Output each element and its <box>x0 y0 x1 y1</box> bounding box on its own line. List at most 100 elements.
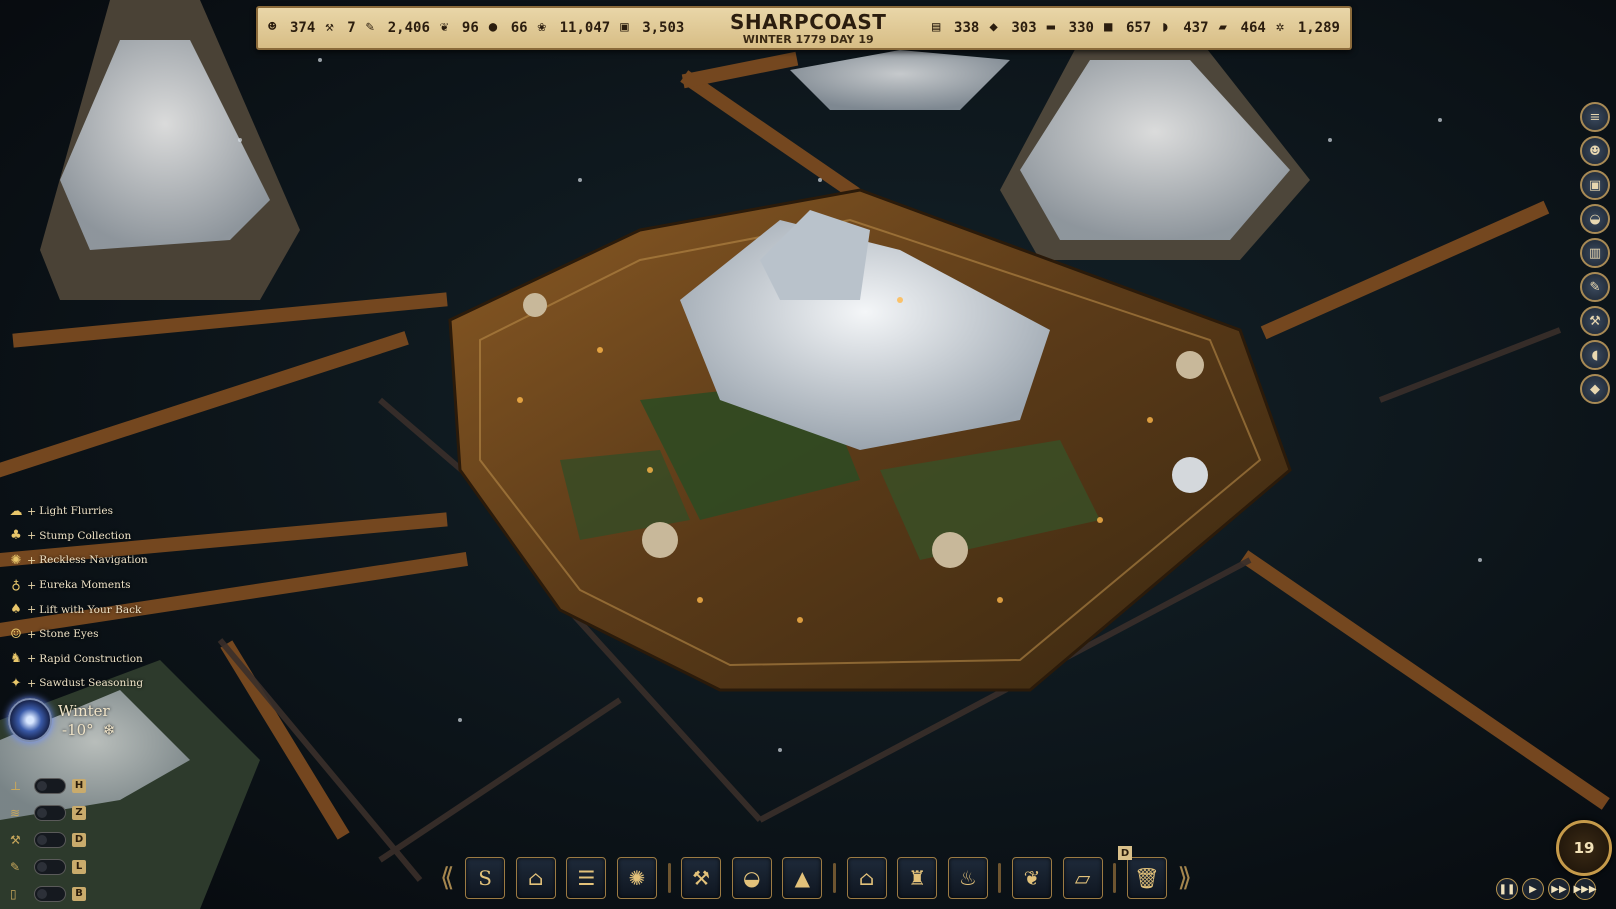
trash-icon: ▯ <box>10 886 17 901</box>
resource-item[interactable]: ■ 657 <box>1104 19 1151 37</box>
resource-item[interactable]: ◆ 303 <box>989 19 1036 37</box>
resource-count: 1,289 <box>1297 20 1340 36</box>
temperature: -10° <box>62 720 94 739</box>
resource-item[interactable]: ◗ 437 <box>1161 19 1208 37</box>
resource-count: 374 <box>290 20 316 36</box>
book-icon: ▥ <box>1588 245 1602 261</box>
layer-toggle-switch[interactable] <box>34 885 66 902</box>
industry-button[interactable]: ▲ <box>782 857 823 899</box>
tools-button[interactable]: ✎ <box>1580 272 1610 302</box>
resource-item[interactable]: ▰ 464 <box>1219 19 1266 37</box>
plus-icon: + <box>27 504 37 518</box>
resource-count: 303 <box>1011 20 1037 36</box>
population-overview-button[interactable]: ☻ <box>1580 136 1610 166</box>
layer-toggles: ⊥ H ≋ Z ⚒ D ✎ L ▯ B <box>10 772 86 907</box>
civic-button[interactable]: ♜ <box>897 857 938 899</box>
runner-icon: ♞ <box>10 651 22 667</box>
pause-button[interactable]: ❚❚ <box>1496 878 1518 900</box>
game-speed-badge[interactable]: 19 <box>1556 820 1612 876</box>
ladder-button[interactable]: ☰ <box>566 857 607 899</box>
resource-count: 3,503 <box>642 20 685 36</box>
tools-icon: ✎ <box>1589 279 1601 295</box>
modifier-item[interactable]: ♠ + Lift with Your Back <box>8 597 148 622</box>
layer-toggle-switch[interactable] <box>34 858 66 875</box>
resource-item[interactable]: ✎ 2,406 <box>366 19 430 37</box>
resource-item[interactable]: ✲ 1,289 <box>1276 19 1340 37</box>
potion-button[interactable]: ◖ <box>1580 340 1610 370</box>
ship-wheel-button[interactable]: ✺ <box>616 857 657 899</box>
plus-icon: + <box>27 553 37 567</box>
layer-toggle-switch[interactable] <box>34 777 66 794</box>
settlement-title[interactable]: SHARPCOAST WINTER 1779 DAY 19 <box>724 12 892 45</box>
layer-toggle-switch[interactable] <box>34 804 66 821</box>
snowflake-icon: ❄ <box>102 720 116 739</box>
modifier-item[interactable]: ♁ + Eureka Moments <box>8 573 148 598</box>
ship-wheel-icon: ✺ <box>628 866 646 890</box>
modifier-item[interactable]: ♣ + Stump Collection <box>8 524 148 549</box>
bread-button[interactable]: ◒ <box>1580 204 1610 234</box>
resource-count: 657 <box>1125 20 1152 36</box>
resource-count: 11,047 <box>559 20 611 36</box>
resource-item[interactable]: ▬ 330 <box>1047 19 1094 37</box>
resource-item[interactable]: ● 66 <box>489 19 528 37</box>
resource-item[interactable]: ⚒ 7 <box>325 19 355 37</box>
delete-icon: 🗑 <box>1134 866 1160 890</box>
modifier-label: Light Flurries <box>39 505 113 518</box>
resource-item[interactable]: ❀ 11,047 <box>538 19 611 37</box>
delete-button[interactable]: 🗑 <box>1126 857 1167 899</box>
resource-count: 464 <box>1240 20 1266 36</box>
season-indicator[interactable]: Winter -10° ❄ <box>8 698 115 742</box>
modifier-label: Lift with Your Back <box>39 603 142 616</box>
modifier-item[interactable]: ♞ + Rapid Construction <box>8 647 148 672</box>
resource-count: 437 <box>1183 20 1209 36</box>
modifier-item[interactable]: ☁ + Light Flurries <box>8 499 148 524</box>
plus-icon: + <box>27 529 37 543</box>
layer-toggle-switch[interactable] <box>34 831 66 848</box>
resource-item[interactable]: ▤ 338 <box>932 19 979 37</box>
tools-button[interactable]: ⚒ <box>681 857 722 899</box>
fountain-icon: ♨ <box>958 866 977 890</box>
hammer-button[interactable]: ⚒ <box>1580 306 1610 336</box>
resource-count: 2,406 <box>387 20 430 36</box>
housing-icon: ⌂ <box>858 866 875 890</box>
layer-toggle-row: ⊥ H <box>10 772 86 799</box>
menu-button[interactable]: ≡ <box>1580 102 1610 132</box>
plus-icon: + <box>27 603 37 617</box>
book-button[interactable]: ▥ <box>1580 238 1610 268</box>
food-button[interactable]: ◒ <box>731 857 772 899</box>
fountain-button[interactable]: ♨ <box>947 857 988 899</box>
sawdust-icon: ✦ <box>10 675 22 691</box>
farming-icon: ❦ <box>1023 866 1041 890</box>
resource-item[interactable]: ▣ 3,503 <box>620 19 684 37</box>
workers-hammer-icon: ⚒ <box>325 19 334 35</box>
modifier-item[interactable]: ✦ + Sawdust Seasoning <box>8 671 148 696</box>
shovel-icon: ✎ <box>10 859 21 874</box>
wood-log-icon: ❀ <box>537 19 547 35</box>
gem-button[interactable]: ◆ <box>1580 374 1610 404</box>
research-quill-icon: ✎ <box>365 19 375 35</box>
thermometer-icon: ⊥ <box>10 778 22 793</box>
resource-item[interactable]: ☻ 374 <box>268 19 315 37</box>
warehouse-button[interactable]: ⌂ <box>515 857 556 899</box>
modifier-label: Reckless Navigation <box>39 554 148 567</box>
hotkey-badge: D <box>72 832 86 847</box>
resource-count: 338 <box>954 20 980 36</box>
fast-forward-button[interactable]: ▶▶ <box>1548 878 1570 900</box>
roads-button[interactable]: S <box>465 857 506 899</box>
plus-icon: + <box>27 676 37 690</box>
gem-icon: ◆ <box>1590 381 1600 397</box>
fastest-button[interactable]: ▶▶▶ <box>1573 878 1597 900</box>
farming-button[interactable]: ❦ <box>1012 857 1052 899</box>
play-button[interactable]: ▶ <box>1522 878 1544 900</box>
layer-toggle-row: ✎ L <box>10 853 86 880</box>
layers-icon: ≋ <box>10 805 21 820</box>
housing-button[interactable]: ⌂ <box>846 857 887 899</box>
game-world-viewport[interactable] <box>0 0 1616 909</box>
blueprint-button[interactable]: ▱ <box>1062 857 1103 899</box>
resource-item[interactable]: ❦ 96 <box>440 19 479 37</box>
modifier-item[interactable]: ☺ + Stone Eyes <box>8 622 148 647</box>
modifier-item[interactable]: ✺ + Reckless Navigation <box>8 548 148 573</box>
plus-icon: + <box>27 578 37 592</box>
roads-icon: S <box>478 866 492 890</box>
storage-crate-button[interactable]: ▣ <box>1580 170 1610 200</box>
